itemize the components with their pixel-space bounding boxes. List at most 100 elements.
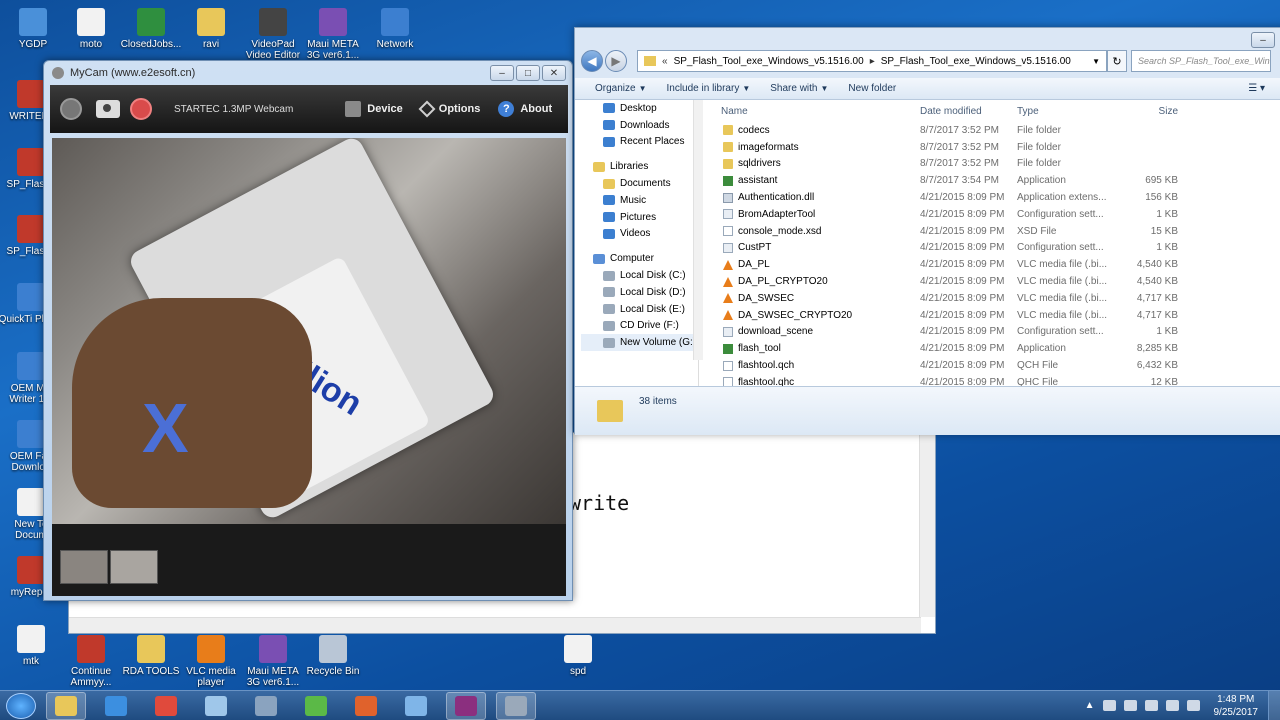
nav-item[interactable]: Recent Places [581,134,698,151]
address-bar[interactable]: « SP_Flash_Tool_exe_Windows_v5.1516.00 ▸… [637,50,1107,72]
nav-item[interactable]: Music [581,192,698,209]
desktop-icon[interactable]: Continue Ammyy... [58,635,124,688]
desktop-icon[interactable]: Maui META 3G ver6.1... [300,8,366,61]
mycam-titlebar[interactable]: MyCam (www.e2esoft.cn) – □ ✕ [44,61,572,85]
about-menu[interactable]: ? About [498,101,552,117]
file-row[interactable]: sqldrivers 8/7/2017 3:52 PM File folder [715,156,1185,173]
share-with-button[interactable]: Share with ▼ [770,83,828,94]
file-row[interactable]: Authentication.dll 4/21/2015 8:09 PM Appli… [715,189,1185,206]
mycam-window[interactable]: MyCam (www.e2esoft.cn) – □ ✕ STARTEC 1.3… [43,60,573,601]
taskbar-app-blue-button[interactable] [396,692,436,720]
column-name[interactable]: Name [715,106,920,117]
column-type[interactable]: Type [1017,106,1121,117]
file-row[interactable]: codecs 8/7/2017 3:52 PM File folder [715,122,1185,139]
file-row[interactable]: DA_PL_CRYPTO20 4/21/2015 8:09 PM VLC media… [715,273,1185,290]
taskbar-utorrent-button[interactable] [296,692,336,720]
minimize-button[interactable]: – [490,65,514,81]
snapshot-icon[interactable] [96,100,120,118]
include-in-library-label: Include in library [666,83,740,94]
chevron-down-icon[interactable]: ▼ [1092,57,1100,66]
file-row[interactable]: flashtool.qhc 4/21/2015 8:09 PM QHC File 12… [715,374,1185,386]
nav-item[interactable]: Local Disk (E:) [581,301,698,318]
tray-app-icon[interactable] [1102,700,1116,711]
desktop-icon[interactable]: ClosedJobs... [118,8,184,50]
file-row[interactable]: DA_PL 4/21/2015 8:09 PM VLC media file (.b… [715,256,1185,273]
nav-item[interactable]: Pictures [581,209,698,226]
desktop-icon[interactable]: ravi [178,8,244,50]
network-icon[interactable] [1165,700,1179,711]
start-button[interactable] [6,692,36,719]
nav-item[interactable]: Downloads [581,117,698,134]
options-menu[interactable]: Options [418,100,480,118]
nav-item[interactable]: Videos [581,226,698,243]
include-in-library-button[interactable]: Include in library ▼ [667,83,751,94]
back-button[interactable]: ◀ [581,50,603,72]
file-row[interactable]: BromAdapterTool 4/21/2015 8:09 PM Configur… [715,206,1185,223]
file-row[interactable]: DA_SWSEC_CRYPTO20 4/21/2015 8:09 PM VLC me… [715,307,1185,324]
explorer-window[interactable]: – ◀ ▶ « SP_Flash_Tool_exe_Windows_v5.151… [574,27,1280,435]
tray-app-icon[interactable] [1144,700,1158,711]
desktop-icon[interactable]: Maui META 3G ver6.1... [240,635,306,688]
file-row[interactable]: assistant 8/7/2017 3:54 PM Application 695 … [715,172,1185,189]
clock[interactable]: 1:48 PM 9/25/2017 [1214,693,1259,719]
snapshot-thumbnail[interactable] [110,550,158,584]
desktop-icon[interactable]: spd [545,635,611,677]
taskbar-tool-button[interactable] [496,691,536,720]
file-row[interactable]: flash_tool 4/21/2015 8:09 PM Application 8,… [715,340,1185,357]
maximize-button[interactable]: □ [516,65,540,81]
desktop-icon[interactable]: mtk [0,625,64,667]
desktop-icon[interactable]: YGDP [0,8,66,50]
show-desktop-button[interactable] [1268,690,1280,720]
breadcrumb-separator[interactable]: ▸ [870,56,875,67]
taskbar-network-tool-button[interactable] [246,692,286,720]
volume-icon[interactable] [1186,700,1200,711]
file-row[interactable]: console_mode.xsd 4/21/2015 8:09 PM XSD Fil… [715,223,1185,240]
device-menu[interactable]: Device [345,101,403,117]
taskbar-internet-explorer-button[interactable] [96,692,136,720]
file-row[interactable]: DA_SWSEC 4/21/2015 8:09 PM VLC media file … [715,290,1185,307]
breadcrumb-item[interactable]: SP_Flash_Tool_exe_Windows_v5.1516.00 [674,56,864,67]
nav-item[interactable]: Local Disk (C:) [581,267,698,284]
file-row[interactable]: download_scene 4/21/2015 8:09 PM Configura… [715,324,1185,341]
desktop-icon[interactable]: Recycle Bin [300,635,366,677]
record-icon[interactable] [130,98,152,120]
breadcrumb-overflow[interactable]: « [662,56,668,67]
search-input[interactable]: Search SP_Flash_Tool_exe_Wind [1131,50,1271,72]
vertical-scrollbar[interactable] [919,433,935,617]
tray-app-icon[interactable] [1123,700,1137,711]
taskbar-explorer-button[interactable] [46,691,86,720]
file-row[interactable]: flashtool.qch 4/21/2015 8:09 PM QCH File 6,… [715,357,1185,374]
desktop-icon[interactable]: VideoPad Video Editor [240,8,306,61]
nav-item[interactable]: Documents [581,175,698,192]
taskbar-notepad-button[interactable] [196,692,236,720]
nav-item[interactable]: New Volume (G:) [581,334,698,352]
desktop-icon[interactable]: VLC media player [178,635,244,688]
taskbar-winrar-button[interactable] [446,691,486,720]
nav-item[interactable]: CD Drive (F:) [581,318,698,335]
close-button[interactable]: ✕ [542,65,566,81]
navigation-scrollbar[interactable] [693,100,703,360]
new-folder-button[interactable]: New folder [848,83,896,94]
column-date[interactable]: Date modified [920,106,1017,117]
refresh-icon[interactable]: ↻ [1107,50,1127,72]
desktop-icon[interactable]: moto [58,8,124,50]
breadcrumb-item[interactable]: SP_Flash_Tool_exe_Windows_v5.1516.00 [881,56,1071,67]
file-row[interactable]: imageformats 8/7/2017 3:52 PM File folder [715,139,1185,156]
nav-item[interactable]: Local Disk (D:) [581,284,698,301]
tray-expand-icon[interactable]: ▲ [1085,700,1095,711]
nav-item[interactable]: Desktop [581,100,698,117]
column-size[interactable]: Size [1121,106,1182,117]
file-row[interactable]: CustPT 4/21/2015 8:09 PM Configuration set… [715,240,1185,257]
nav-group[interactable]: Libraries [581,158,698,175]
taskbar-chrome-button[interactable] [146,692,186,720]
organize-button[interactable]: Organize ▼ [595,83,647,94]
nav-group[interactable]: Computer [581,250,698,267]
desktop-icon[interactable]: RDA TOOLS [118,635,184,677]
play-icon[interactable] [60,98,82,120]
desktop-icon[interactable]: Network [362,8,428,50]
view-options-icon[interactable]: ☰ ▾ [1248,83,1265,94]
snapshot-thumbnail[interactable] [60,550,108,584]
horizontal-scrollbar[interactable] [69,617,921,633]
taskbar-office-button[interactable] [346,692,386,720]
forward-button[interactable]: ▶ [605,50,627,72]
